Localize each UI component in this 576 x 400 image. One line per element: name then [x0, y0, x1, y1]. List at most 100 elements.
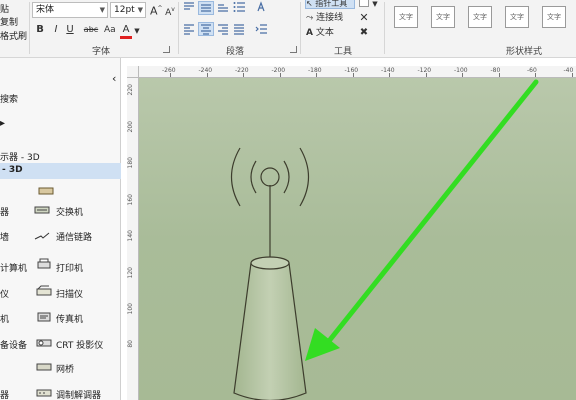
collapse-panel-button[interactable]: ‹	[112, 72, 116, 85]
format-painter-cut-label[interactable]: 格式刷	[0, 29, 27, 42]
shape-label[interactable]: 传真机	[56, 312, 83, 325]
stencil-item[interactable]: 示器 - 3D	[0, 150, 40, 163]
indent-button[interactable]	[254, 23, 268, 39]
paragraph-dialog-launcher[interactable]	[290, 46, 297, 53]
shape-label[interactable]: 网桥	[56, 362, 74, 375]
printer-icon[interactable]	[36, 258, 52, 270]
align-center-button[interactable]	[198, 22, 214, 36]
shape-style-swatch[interactable]: 文字	[394, 6, 418, 28]
chevron-down-icon[interactable]: ▼	[138, 3, 143, 17]
align-top-button[interactable]	[182, 1, 196, 17]
text-direction-icon	[257, 1, 265, 12]
grow-font-button[interactable]: A^	[150, 3, 163, 18]
ruler-tick	[425, 73, 427, 77]
annotation-arrow	[305, 79, 539, 361]
shape-fill-button[interactable]	[359, 0, 369, 7]
ruler-tick	[170, 73, 171, 77]
copy-cut-label[interactable]: 复制	[0, 15, 18, 28]
font-group-label: 字体	[92, 47, 111, 57]
canvas-drawing	[231, 79, 539, 400]
switch-icon[interactable]	[34, 204, 50, 216]
separator	[29, 2, 30, 54]
shape-style-swatch[interactable]: 文字	[431, 6, 455, 28]
scanner-icon[interactable]	[36, 285, 52, 297]
shape-label[interactable]: 器	[0, 388, 9, 400]
ruler-tick-label: 80	[127, 339, 134, 348]
ruler-tick-label: 100	[127, 303, 134, 315]
text-direction-button[interactable]	[254, 1, 268, 17]
search-shapes-label[interactable]: 搜索	[0, 92, 18, 105]
list-button[interactable]	[232, 1, 246, 17]
vertical-ruler: 220 200 180 160 140 120 100 80	[127, 78, 139, 400]
align-right-button[interactable]	[216, 23, 230, 39]
ruler-tick	[498, 73, 500, 77]
shape-label[interactable]: CRT 投影仪	[56, 338, 103, 351]
justify-icon	[234, 24, 244, 35]
comm-link-icon[interactable]	[34, 230, 50, 242]
shape-label[interactable]: 通信链路	[56, 230, 92, 243]
shape-label[interactable]: 扫描仪	[56, 287, 83, 300]
ruler-tick-label: -140	[381, 67, 395, 74]
shape-label[interactable]: 调制解调器	[56, 388, 101, 400]
ribbon: 贴 复制 格式刷 宋体 ▼ 12pt ▼ A^ Av B I U abc Aa …	[0, 0, 576, 58]
shrink-font-button[interactable]: Av	[164, 4, 176, 19]
paste-cut-label[interactable]: 贴	[0, 2, 9, 15]
expand-icon[interactable]: ▸	[0, 118, 5, 129]
shape-label[interactable]: 仪	[0, 287, 9, 300]
font-family-value: 宋体	[36, 5, 55, 15]
chevron-down-icon[interactable]: ▼	[133, 25, 141, 37]
align-center-icon	[201, 24, 211, 35]
text-tool-icon: A	[306, 28, 313, 38]
italic-button[interactable]: I	[50, 24, 62, 36]
connector-tool-button[interactable]: ⤳ 连接线	[306, 12, 362, 24]
text-size-button[interactable]: Aa	[104, 24, 116, 36]
ruler-tick-label: -220	[235, 67, 249, 74]
fax-icon[interactable]	[36, 310, 52, 322]
ruler-tick	[389, 73, 390, 77]
shape-label[interactable]: 墙	[0, 230, 9, 243]
separator	[384, 2, 385, 54]
connection-point-icon[interactable]: ✖	[358, 27, 370, 39]
font-family-combo[interactable]: 宋体 ▼	[32, 2, 108, 18]
close-icon[interactable]: ✕	[358, 12, 370, 24]
text-tool-button[interactable]: A 文本	[306, 27, 346, 39]
shape-style-swatch[interactable]: 文字	[542, 6, 566, 28]
wireless-antenna-shape[interactable]	[231, 147, 309, 400]
bold-button[interactable]: B	[34, 24, 46, 36]
shape-label[interactable]: 交换机	[56, 205, 83, 218]
shapes-panel: ‹ 搜索 ▸ 示器 - 3D - 3D 器 交换机 墙 通信链路 计算机 打印机…	[0, 58, 121, 400]
projector-icon[interactable]	[36, 336, 52, 348]
ruler-tick-label: 220	[127, 84, 134, 96]
ruler-tick	[279, 73, 281, 77]
strikethrough-button[interactable]: abc	[80, 24, 102, 36]
pointer-tool-button[interactable]: ↖ 指针工具	[305, 0, 355, 9]
shape-label[interactable]: 打印机	[56, 261, 83, 274]
font-color-button[interactable]: A	[120, 24, 132, 39]
chevron-down-icon[interactable]: ▼	[371, 0, 379, 10]
shape-label[interactable]: 计算机	[0, 261, 27, 274]
shape-label[interactable]: 备设备	[0, 338, 27, 351]
modem-icon[interactable]	[36, 386, 52, 398]
chevron-down-icon[interactable]: ▼	[100, 3, 105, 17]
device-icon[interactable]	[38, 185, 54, 197]
font-size-combo[interactable]: 12pt ▼	[110, 2, 146, 18]
drawing-canvas[interactable]	[139, 78, 576, 400]
shape-label[interactable]: 器	[0, 205, 9, 218]
align-left-button[interactable]	[182, 23, 196, 39]
ruler-tick-label: -200	[271, 67, 286, 74]
underline-button[interactable]: U	[64, 24, 76, 36]
stencil-item-selected[interactable]: - 3D	[0, 163, 121, 179]
ruler-tick-label: -100	[454, 67, 468, 74]
shape-label[interactable]: 机	[0, 312, 9, 325]
justify-button[interactable]	[232, 23, 246, 39]
align-top-icon	[184, 2, 194, 10]
ruler-tick	[206, 73, 208, 77]
font-size-value: 12pt	[114, 5, 135, 15]
shape-style-swatch[interactable]: 文字	[468, 6, 492, 28]
font-dialog-launcher[interactable]	[163, 46, 170, 53]
align-bottom-button[interactable]	[216, 1, 230, 17]
align-right-icon	[218, 24, 228, 35]
align-middle-button[interactable]	[198, 1, 214, 15]
bridge-icon[interactable]	[36, 360, 52, 372]
shape-style-swatch[interactable]: 文字	[505, 6, 529, 28]
